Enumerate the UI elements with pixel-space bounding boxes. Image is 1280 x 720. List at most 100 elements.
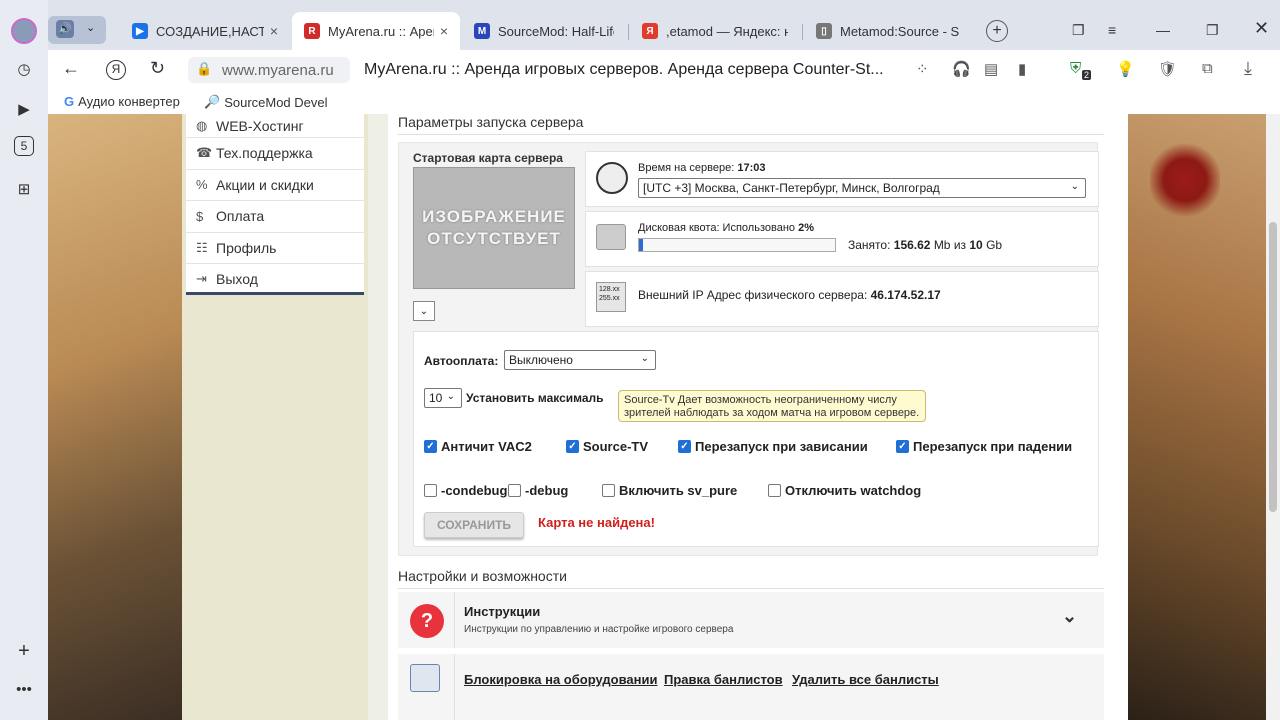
autopay-value: Выключено [509, 353, 573, 367]
server-time-line: Время на сервере: 17:03 [638, 162, 765, 174]
add-panel-icon[interactable]: + [11, 638, 37, 664]
bookmark-label: SourceMod Devel [224, 94, 328, 110]
page-scrollbar[interactable] [1266, 114, 1280, 720]
disk-total-unit: Gb [986, 238, 1003, 252]
bookmark-icon[interactable]: ▮ [1018, 60, 1026, 78]
bookmark-label: Аудио конвертер [78, 94, 180, 109]
address-bar[interactable]: 🔒 www.myarena.ru [188, 57, 350, 83]
history-icon[interactable]: ◷ [11, 56, 37, 82]
tab-myarena[interactable]: R MyArena.ru :: Арен × [292, 12, 460, 50]
map-select-dropdown[interactable]: ⌄ [413, 301, 435, 321]
checkbox-vac2[interactable]: ✓ Античит VAC2 [424, 439, 532, 454]
restore-icon[interactable]: ❐ [1206, 22, 1219, 39]
checkbox-label: Включить sv_pure [619, 483, 738, 498]
menu-item-profile[interactable]: ☷ Профиль [186, 233, 364, 264]
edit-banlists-link[interactable]: Правка банлистов [664, 672, 783, 687]
window-close-icon[interactable]: ✕ [1254, 18, 1269, 39]
slots-select[interactable]: 10 ⌄ [424, 388, 462, 408]
menu-item-support[interactable]: ☎ Тех.поддержка [186, 138, 364, 170]
tab-separator [628, 24, 629, 40]
close-icon[interactable]: × [440, 23, 448, 39]
menu-item-label: Тех.поддержка [216, 145, 313, 162]
profile-icon: ☷ [196, 239, 208, 255]
chevron-down-icon: ⌄ [640, 353, 649, 364]
scrollbar-thumb[interactable] [1269, 222, 1277, 512]
map-label: Стартовая карта сервера [413, 151, 563, 165]
menu-item-logout[interactable]: ⇥ Выход [186, 264, 364, 296]
checkbox-restart-crash[interactable]: ✓ Перезапуск при падении [896, 439, 1072, 454]
checkbox-label: Отключить watchdog [785, 483, 922, 498]
lamp-icon[interactable]: 💡 [1116, 60, 1135, 78]
shield-icon[interactable]: ⛨ [1070, 60, 1081, 77]
tab-title: СОЗДАНИЕ,НАСТ [156, 23, 264, 39]
checkbox-condebug[interactable]: -condebug [424, 483, 507, 498]
autopay-label: Автооплата: [424, 354, 499, 368]
counter-badge-icon[interactable]: 5 [14, 136, 34, 156]
disk-used-unit: Mb из [933, 238, 967, 252]
url-text: www.myarena.ru [222, 61, 334, 79]
checkbox-sv-pure[interactable]: Включить sv_pure [602, 483, 737, 498]
timezone-select[interactable]: [UTC +3] Москва, Санкт-Петербург, Минск,… [638, 178, 1086, 198]
headphones-icon[interactable]: 🎧 [952, 60, 971, 78]
row-divider [454, 592, 455, 648]
tab-title: SourceMod: Half-Life [498, 23, 614, 39]
delete-banlists-link[interactable]: Удалить все банлисты [792, 672, 939, 687]
disk-quota-progress [638, 238, 836, 252]
reload-icon[interactable]: ↻ [150, 58, 165, 79]
menu-item-promotions[interactable]: % Акции и скидки [186, 170, 364, 201]
vpn-icon[interactable]: 🛡 [1158, 60, 1177, 78]
menu-item-web-hosting[interactable]: ◍ WEB-Хостинг [186, 114, 364, 138]
back-icon[interactable]: ← [62, 58, 80, 79]
checkbox-watchdog[interactable]: Отключить watchdog [768, 483, 921, 498]
menu-item-payment[interactable]: $ Оплата [186, 201, 364, 233]
autopay-select[interactable]: Выключено ⌄ [504, 350, 656, 370]
apps-grid-icon[interactable]: ⊞ [11, 176, 37, 202]
map-placeholder-line2: ОТСУТСТВУЕТ [427, 229, 561, 248]
main-column: Параметры запуска сервера Стартовая карт… [388, 114, 1128, 720]
collections-icon[interactable]: ⧉ [1202, 60, 1213, 77]
more-icon[interactable]: ••• [11, 676, 37, 702]
new-tab-button[interactable]: + [986, 20, 1008, 42]
checkbox-label: Перезапуск при падении [913, 439, 1073, 454]
checkbox-box: ✓ [678, 440, 691, 453]
checkbox-debug[interactable]: -debug [508, 483, 568, 498]
media-icon[interactable]: ▶ [11, 96, 37, 122]
tab-youtube[interactable]: ▶ СОЗДАНИЕ,НАСТ × [120, 12, 290, 50]
bookmark-sourcemod[interactable]: 🔎 SourceMod Devel [204, 94, 328, 110]
section-title-settings: Настройки и возможности [398, 568, 567, 584]
chevron-down-icon[interactable]: ⌄ [1062, 606, 1077, 627]
close-icon[interactable]: × [270, 23, 278, 39]
menu-item-label: Выход [216, 271, 258, 288]
checkbox-source-tv[interactable]: ✓ Source-TV [566, 439, 648, 454]
minimize-icon[interactable]: — [1156, 22, 1170, 38]
extensions-icon[interactable]: ⁘ [916, 60, 929, 78]
question-icon: ? [410, 604, 444, 638]
tab-sourcemod[interactable]: M SourceMod: Half-Life [462, 12, 626, 50]
audio-tab-group[interactable]: 🔊 ⌄ [48, 16, 106, 44]
hardware-block-link[interactable]: Блокировка на оборудовании [464, 672, 657, 687]
menu-item-label: Оплата [216, 208, 265, 225]
save-button[interactable]: СОХРАНИТЬ [424, 512, 524, 538]
tab-yandex[interactable]: Я ,etamod — Яндекс: н [630, 12, 800, 50]
download-icon[interactable]: ⤓ [1244, 58, 1252, 79]
chevron-down-icon: ⌄ [86, 22, 96, 34]
instructions-row[interactable]: ? Инструкции Инструкции по управлению и … [398, 592, 1104, 648]
tab-favicon-icon: R [304, 23, 320, 39]
navigation-toolbar: ← Я ↻ 🔒 www.myarena.ru MyArena.ru :: Аре… [48, 50, 1280, 90]
checkbox-box [424, 484, 437, 497]
yandex-icon[interactable]: Я [106, 60, 126, 80]
tabs-list-icon[interactable]: ❐ [1072, 22, 1085, 39]
dollar-icon: $ [196, 208, 204, 224]
checkbox-box [508, 484, 521, 497]
menu-icon[interactable]: ≡ [1108, 22, 1116, 38]
tab-metamod[interactable]: ▯ Metamod:Source - Sn [804, 12, 972, 50]
checkbox-restart-hang[interactable]: ✓ Перезапуск при зависании [678, 439, 868, 454]
reader-icon[interactable]: ▤ [984, 60, 998, 78]
launch-settings-panel: Стартовая карта сервера ИЗОБРАЖЕНИЕ ОТСУТ… [398, 142, 1099, 556]
disk-quota-percent: 2% [798, 222, 814, 234]
profile-avatar[interactable] [11, 18, 37, 44]
lock-icon: 🔒 [196, 61, 213, 76]
globe-icon: ◍ [196, 117, 208, 133]
options-box: Автооплата: Выключено ⌄ 10 ⌄ Установить ма… [413, 331, 1099, 547]
bookmark-audio[interactable]: G Аудио конвертер [64, 94, 180, 109]
